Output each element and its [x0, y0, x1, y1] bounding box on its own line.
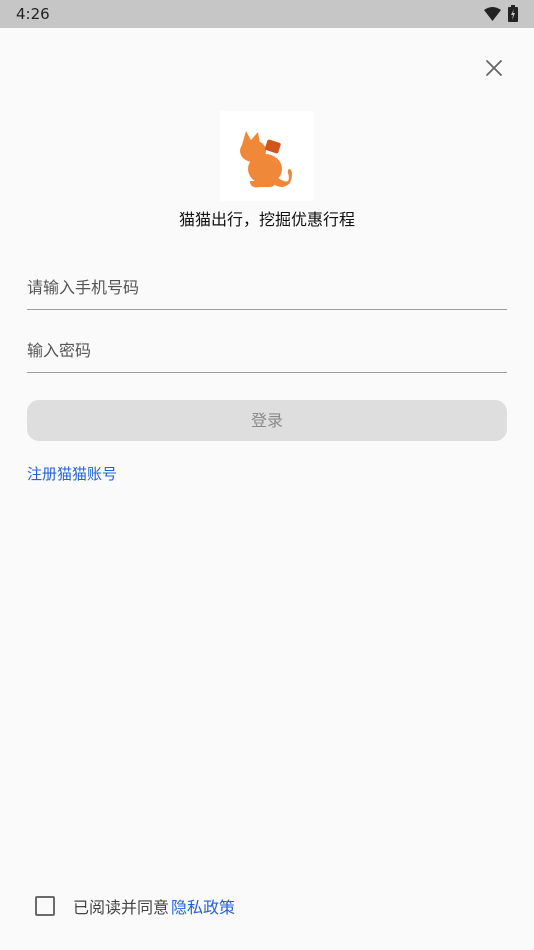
login-screen: 4:26 猫猫出行，挖掘优惠行程 请输入手机号码 登录 注册猫猫账号 已阅读并同…: [0, 0, 534, 950]
status-bar: 4:26: [0, 0, 534, 28]
agreement-row: 已阅读并同意 隐私政策: [35, 895, 235, 917]
wifi-icon: [484, 7, 501, 21]
close-icon: [486, 60, 502, 76]
close-button[interactable]: [478, 52, 510, 84]
phone-field: [27, 265, 507, 310]
password-input[interactable]: [27, 328, 507, 372]
password-field: [27, 328, 507, 373]
agreement-checkbox[interactable]: [35, 896, 55, 916]
privacy-policy-link[interactable]: 隐私政策: [171, 894, 235, 918]
slogan-text: 猫猫出行，挖掘优惠行程: [178, 210, 355, 229]
phone-input[interactable]: [27, 265, 507, 309]
app-logo: [220, 111, 314, 201]
cat-logo-icon: [240, 131, 292, 188]
login-button[interactable]: 登录: [27, 400, 507, 441]
status-time: 4:26: [16, 5, 50, 23]
register-link[interactable]: 注册猫猫账号: [27, 463, 117, 484]
agreement-text: 已阅读并同意: [73, 898, 170, 917]
battery-icon: [508, 5, 518, 22]
